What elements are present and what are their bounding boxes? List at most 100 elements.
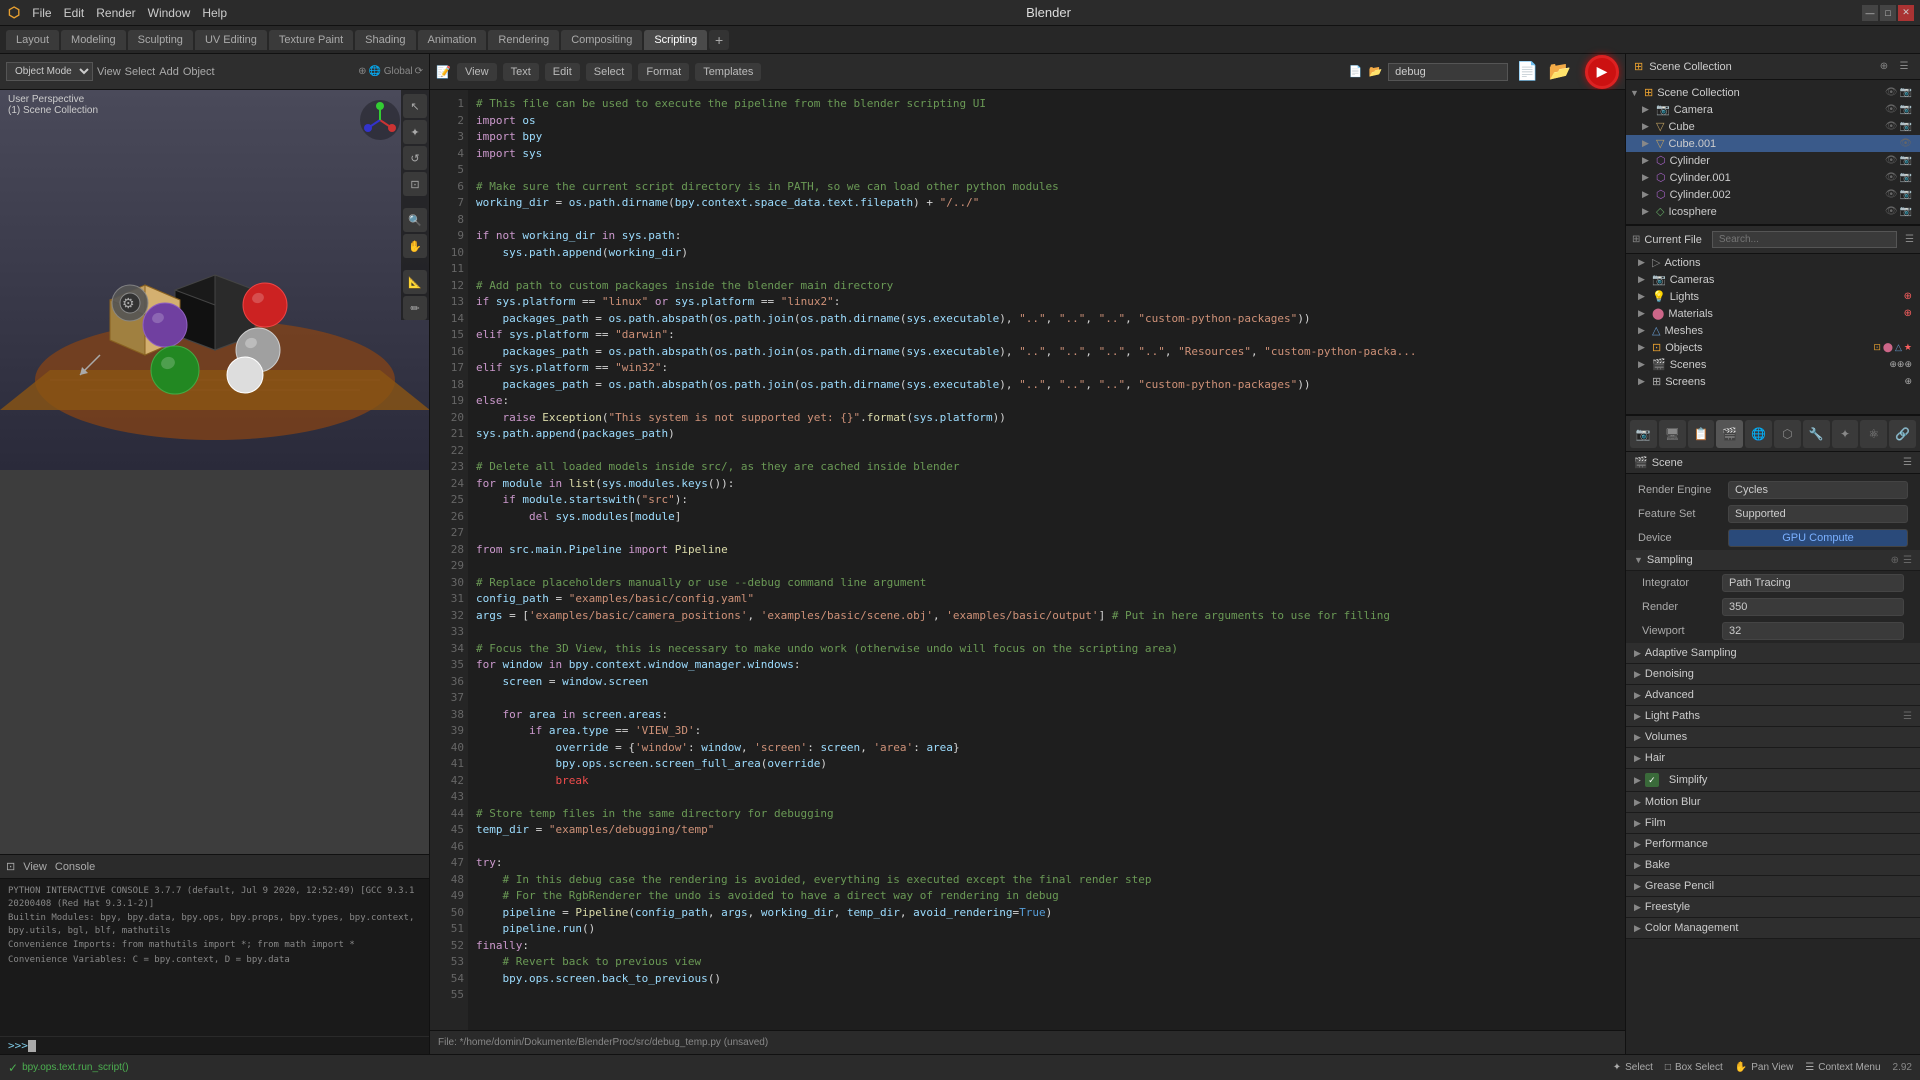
ico-render[interactable]: 📷 (1900, 206, 1912, 217)
color-mgmt-header[interactable]: ▶ Color Management (1626, 918, 1920, 939)
tree-scenes[interactable]: ▶ 🎬 Scenes ⊕⊕⊕ (1626, 356, 1920, 373)
editor-format-btn[interactable]: Format (638, 63, 689, 81)
props-modifier-btn[interactable]: 🔧 (1803, 420, 1830, 448)
camera-eye[interactable]: 👁 (1885, 104, 1898, 115)
freestyle-header[interactable]: ▶ Freestyle (1626, 897, 1920, 918)
menu-help[interactable]: Help (202, 6, 227, 20)
render-samples-value[interactable]: 350 (1722, 598, 1904, 616)
cyl001-render[interactable]: 📷 (1900, 172, 1912, 183)
props-physics-btn[interactable]: ⚛ (1860, 420, 1887, 448)
advanced-header[interactable]: ▶ Advanced (1626, 685, 1920, 706)
simplify-header[interactable]: ▶ ✓ Simplify (1626, 769, 1920, 792)
volumes-header[interactable]: ▶ Volumes (1626, 727, 1920, 748)
denoising-header[interactable]: ▶ Denoising (1626, 664, 1920, 685)
props-object-btn[interactable]: ⬡ (1774, 420, 1801, 448)
tree-cameras[interactable]: ▶ 📷 Cameras (1626, 271, 1920, 288)
cyl001-eye[interactable]: 👁 (1885, 172, 1898, 183)
maximize-btn[interactable]: □ (1880, 5, 1896, 21)
tree-meshes[interactable]: ▶ △ Meshes (1626, 322, 1920, 339)
grease-pencil-header[interactable]: ▶ Grease Pencil (1626, 876, 1920, 897)
tab-shading[interactable]: Shading (355, 30, 415, 50)
editor-select-btn[interactable]: Select (586, 63, 633, 81)
tree-item-cube001[interactable]: ▶ ▽ Cube.001 👁 (1626, 135, 1920, 152)
tab-animation[interactable]: Animation (418, 30, 487, 50)
tab-modeling[interactable]: Modeling (61, 30, 126, 50)
cyl-render[interactable]: 📷 (1900, 155, 1912, 166)
vis-render-icon[interactable]: 📷 (1900, 87, 1912, 98)
tree-root-collection[interactable]: ▼ ⊞ Scene Collection 👁 📷 (1626, 84, 1920, 101)
open-file-btn[interactable]: 📂 (1549, 61, 1571, 82)
tool-scale[interactable]: ⊡ (403, 172, 427, 196)
close-btn[interactable]: ✕ (1898, 5, 1914, 21)
select-btn[interactable]: Select (125, 66, 156, 78)
integrator-value[interactable]: Path Tracing (1722, 574, 1904, 592)
tree-item-cube[interactable]: ▶ ▽ Cube 👁 📷 (1626, 118, 1920, 135)
props-world-btn[interactable]: 🌐 (1745, 420, 1772, 448)
props-output-btn[interactable]: 🖥 (1659, 420, 1686, 448)
tree-actions[interactable]: ▶ ▷ Actions (1626, 254, 1920, 271)
props-render-btn[interactable]: 📷 (1630, 420, 1657, 448)
props-scene-btn[interactable]: 🎬 (1716, 420, 1743, 448)
tool-cursor[interactable]: ↖ (403, 94, 427, 118)
menu-edit[interactable]: Edit (64, 6, 85, 20)
tool-move[interactable]: ✦ (403, 120, 427, 144)
editor-templates-btn[interactable]: Templates (695, 63, 761, 81)
lp-action[interactable]: ☰ (1903, 711, 1912, 722)
performance-header[interactable]: ▶ Performance (1626, 834, 1920, 855)
menu-file[interactable]: File (32, 6, 51, 20)
sampling-action-2[interactable]: ☰ (1903, 555, 1912, 566)
adaptive-sampling-header[interactable]: ▶ Adaptive Sampling (1626, 643, 1920, 664)
film-header[interactable]: ▶ Film (1626, 813, 1920, 834)
viewport-3d[interactable]: ⚙ (0, 90, 429, 854)
tab-sculpting[interactable]: Sculpting (128, 30, 193, 50)
tool-view-pan[interactable]: ✋ (403, 234, 427, 258)
tab-uv-editing[interactable]: UV Editing (195, 30, 267, 50)
run-script-button[interactable]: ▶ (1585, 55, 1619, 89)
bake-header[interactable]: ▶ Bake (1626, 855, 1920, 876)
light-paths-header[interactable]: ▶ Light Paths ☰ (1626, 706, 1920, 727)
editor-view-btn[interactable]: View (457, 63, 497, 81)
props-scene-menu[interactable]: ☰ (1903, 457, 1912, 468)
simplify-checkbox[interactable]: ✓ (1645, 773, 1659, 787)
motion-blur-header[interactable]: ▶ Motion Blur (1626, 792, 1920, 813)
ico-eye[interactable]: 👁 (1885, 206, 1898, 217)
editor-edit-btn[interactable]: Edit (545, 63, 580, 81)
props-particles-btn[interactable]: ✦ (1832, 420, 1859, 448)
tool-measure[interactable]: 📐 (403, 270, 427, 294)
outliner-search-input[interactable] (1712, 231, 1897, 248)
menu-render[interactable]: Render (96, 6, 135, 20)
tool-view-zoom[interactable]: 🔍 (403, 208, 427, 232)
tree-screens[interactable]: ▶ ⊞ Screens ⊕ (1626, 373, 1920, 390)
new-file-btn[interactable]: 📄 (1516, 61, 1538, 82)
console-input[interactable]: >>> (0, 1036, 429, 1054)
viewport-samples-value[interactable]: 32 (1722, 622, 1904, 640)
view-btn[interactable]: View (97, 66, 121, 78)
props-constraints-btn[interactable]: 🔗 (1889, 420, 1916, 448)
cyl002-render[interactable]: 📷 (1900, 189, 1912, 200)
feature-set-value[interactable]: Supported (1728, 505, 1908, 523)
tool-rotate[interactable]: ↺ (403, 146, 427, 170)
tree-objects[interactable]: ▶ ⊡ Objects ⊡ ⬤ △ ★ (1626, 339, 1920, 356)
scene-filter-icon[interactable]: ☰ (1896, 59, 1912, 75)
editor-text-btn[interactable]: Text (503, 63, 539, 81)
scene-new-icon[interactable]: ⊕ (1876, 59, 1892, 75)
tree-item-cylinder001[interactable]: ▶ ⬡ Cylinder.001 👁📷 (1626, 169, 1920, 186)
sampling-action-1[interactable]: ⊕ (1891, 555, 1899, 566)
add-btn[interactable]: Add (159, 66, 179, 78)
tree-item-camera[interactable]: ▶ 📷 Camera 👁 📷 (1626, 101, 1920, 118)
mode-select[interactable]: Object Mode (6, 62, 93, 81)
tree-item-icosphere[interactable]: ▶ ◇ Icosphere 👁📷 (1626, 203, 1920, 220)
file-name-input[interactable] (1388, 63, 1508, 81)
tab-rendering[interactable]: Rendering (488, 30, 559, 50)
render-engine-value[interactable]: Cycles (1728, 481, 1908, 499)
camera-render[interactable]: 📷 (1900, 104, 1912, 115)
cube-eye[interactable]: 👁 (1885, 121, 1898, 132)
tab-compositing[interactable]: Compositing (561, 30, 642, 50)
cube-render[interactable]: 📷 (1900, 121, 1912, 132)
lights-extra-icon[interactable]: ⊕ (1904, 291, 1912, 302)
tab-texture-paint[interactable]: Texture Paint (269, 30, 353, 50)
tree-item-cylinder002[interactable]: ▶ ⬡ Cylinder.002 👁📷 (1626, 186, 1920, 203)
tree-lights[interactable]: ▶ 💡 Lights ⊕ (1626, 288, 1920, 305)
device-value[interactable]: GPU Compute (1728, 529, 1908, 547)
hair-header[interactable]: ▶ Hair (1626, 748, 1920, 769)
